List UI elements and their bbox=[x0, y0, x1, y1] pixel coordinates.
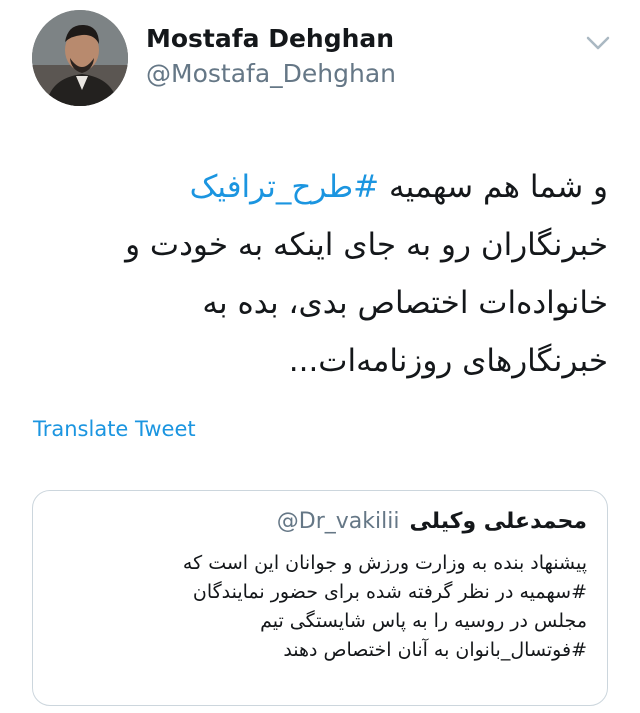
author-name[interactable]: Mostafa Dehghan bbox=[146, 24, 394, 53]
tweet-line-2: خبرنگاران رو به جای اینکه به خودت و bbox=[125, 227, 608, 263]
tweet-line-1: و شما هم سهمیه #طرح_ترافیک bbox=[48, 158, 608, 216]
hashtag-link[interactable]: #طرح_ترافیک bbox=[190, 169, 380, 205]
chevron-down-icon bbox=[586, 36, 610, 50]
tweet-line-4: خبرنگارهای روزنامه‌ات... bbox=[288, 343, 608, 379]
tweet-menu-button[interactable] bbox=[583, 30, 613, 56]
tweet-text: و شما هم سهمیه #طرح_ترافیک خبرنگاران رو … bbox=[48, 158, 608, 390]
author-avatar[interactable] bbox=[32, 10, 128, 106]
quoted-line: پیشنهاد بنده به وزارت ورزش و جوانان این … bbox=[182, 552, 587, 574]
tweet-line-3: خانواده‌ات اختصاص بدی، بده به bbox=[202, 285, 608, 321]
quoted-tweet-header: محمدعلی وکیلی @Dr_vakilii bbox=[277, 509, 587, 534]
author-handle[interactable]: @Mostafa_Dehghan bbox=[146, 59, 396, 88]
quoted-line: مجلس در روسیه را به پاس شایستگی تیم bbox=[260, 610, 587, 632]
quoted-line: #فوتسال_بانوان به آنان اختصاص دهند bbox=[283, 639, 587, 661]
quoted-line: #سهمیه در نظر گرفته شده برای حضور نمایند… bbox=[192, 581, 587, 603]
quoted-tweet-text: پیشنهاد بنده به وزارت ورزش و جوانان این … bbox=[51, 549, 587, 665]
quoted-author-handle: @Dr_vakilii bbox=[276, 509, 400, 534]
translate-tweet-link[interactable]: Translate Tweet bbox=[33, 417, 196, 441]
quoted-tweet-card[interactable]: محمدعلی وکیلی @Dr_vakilii پیشنهاد بنده به… bbox=[32, 490, 608, 706]
user-avatar-photo bbox=[32, 10, 128, 106]
tweet-text-segment: و شما هم سهمیه bbox=[379, 169, 608, 205]
quoted-author-name: محمدعلی وکیلی bbox=[409, 509, 587, 534]
